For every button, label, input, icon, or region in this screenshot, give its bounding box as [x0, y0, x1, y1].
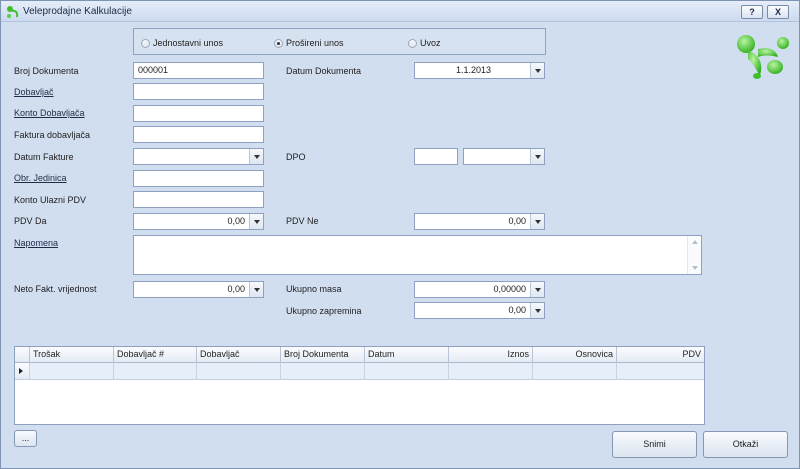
- column-header-pdv[interactable]: PDV: [616, 347, 704, 363]
- close-button[interactable]: X: [767, 5, 789, 19]
- obr-jedinica-label[interactable]: Obr. Jedinica: [14, 173, 67, 183]
- faktura-dobavljaca-input[interactable]: [133, 126, 264, 143]
- radio-jednostavni-unos[interactable]: Jednostavni unos: [141, 38, 223, 48]
- cancel-button[interactable]: Otkaži: [703, 431, 788, 458]
- datum-fakture-label: Datum Fakture: [14, 152, 74, 162]
- faktura-dobavljaca-label: Faktura dobavljača: [14, 130, 91, 140]
- broj-dokumenta-label: Broj Dokumenta: [14, 66, 79, 76]
- window-title: Veleprodajne Kalkulacije: [23, 6, 132, 17]
- konto-ulazni-pdv-input[interactable]: [133, 191, 264, 208]
- save-button[interactable]: Snimi: [612, 431, 697, 458]
- chevron-down-icon[interactable]: [530, 63, 544, 78]
- ukupno-zapremina-label: Ukupno zapremina: [286, 306, 362, 316]
- pdv-da-label: PDV Da: [14, 216, 47, 226]
- neto-fakt-label: Neto Fakt. vrijednost: [14, 284, 97, 294]
- pdv-ne-label: PDV Ne: [286, 216, 319, 226]
- grid-corner: [15, 347, 29, 363]
- chevron-down-icon[interactable]: [530, 214, 544, 229]
- radio-label: Uvoz: [420, 38, 441, 48]
- radio-circle-selected[interactable]: [274, 38, 283, 48]
- chevron-down-icon[interactable]: [530, 149, 544, 164]
- neto-fakt-value: 0,00: [227, 284, 245, 294]
- obr-jedinica-input[interactable]: [133, 170, 264, 187]
- column-header-iznos[interactable]: Iznos: [448, 347, 532, 363]
- pdv-da-input[interactable]: 0,00: [133, 213, 264, 230]
- scroll-up-icon[interactable]: [692, 240, 698, 244]
- datum-fakture-picker[interactable]: [133, 148, 264, 165]
- grid-header: Trošak Dobavljač # Dobavljač Broj Dokume…: [15, 347, 704, 363]
- pdv-ne-value: 0,00: [508, 216, 526, 226]
- konto-dobavljaca-label[interactable]: Konto Dobavljača: [14, 108, 85, 118]
- entry-mode-group: Jednostavni unos Prošireni unos Uvoz: [133, 28, 546, 55]
- table-cell[interactable]: [196, 363, 280, 379]
- napomena-textarea[interactable]: [133, 235, 702, 275]
- table-cell[interactable]: [29, 363, 113, 379]
- ukupno-masa-label: Ukupno masa: [286, 284, 342, 294]
- column-header-datum[interactable]: Datum: [364, 347, 448, 363]
- column-header-dobavljac[interactable]: Dobavljač: [196, 347, 280, 363]
- row-indicator-icon: [15, 363, 29, 379]
- ukupno-masa-input[interactable]: 0,00000: [414, 281, 545, 298]
- chevron-down-icon[interactable]: [249, 214, 263, 229]
- ellipsis-button[interactable]: ...: [14, 430, 37, 447]
- help-button[interactable]: ?: [741, 5, 763, 19]
- dpo-select[interactable]: [463, 148, 545, 165]
- radio-prosireni-unos[interactable]: Prošireni unos: [274, 38, 344, 48]
- radio-label: Prošireni unos: [286, 38, 344, 48]
- dobavljac-input[interactable]: [133, 83, 264, 100]
- broj-dokumenta-input[interactable]: 000001: [133, 62, 264, 79]
- green-swirl-logo-icon: [737, 35, 789, 79]
- table-cell[interactable]: [113, 363, 196, 379]
- radio-label: Jednostavni unos: [153, 38, 224, 48]
- ukupno-masa-value: 0,00000: [493, 284, 526, 294]
- scroll-down-icon[interactable]: [692, 266, 698, 270]
- application-window: Veleprodajne Kalkulacije ? X Jednostavni…: [0, 0, 800, 469]
- ukupno-zapremina-value: 0,00: [508, 305, 526, 315]
- datum-dokumenta-label: Datum Dokumenta: [286, 66, 362, 76]
- chevron-down-icon[interactable]: [530, 303, 544, 318]
- dpo-input[interactable]: [414, 148, 458, 165]
- title-bar: Veleprodajne Kalkulacije ? X: [1, 1, 799, 22]
- table-cell[interactable]: [532, 363, 616, 379]
- costs-grid[interactable]: Trošak Dobavljač # Dobavljač Broj Dokume…: [14, 346, 705, 425]
- pdv-da-value: 0,00: [227, 216, 245, 226]
- table-cell[interactable]: [448, 363, 532, 379]
- chevron-down-icon[interactable]: [530, 282, 544, 297]
- napomena-scrollbar[interactable]: [687, 236, 701, 274]
- app-leaf-icon: [7, 6, 19, 18]
- column-header-broj-dokumenta[interactable]: Broj Dokumenta: [280, 347, 364, 363]
- table-cell[interactable]: [364, 363, 448, 379]
- konto-dobavljaca-input[interactable]: [133, 105, 264, 122]
- datum-dokumenta-picker[interactable]: 1.1.2013: [414, 62, 545, 79]
- datum-dokumenta-value: 1.1.2013: [455, 65, 492, 75]
- pdv-ne-input[interactable]: 0,00: [414, 213, 545, 230]
- radio-circle[interactable]: [141, 38, 150, 48]
- chevron-down-icon[interactable]: [249, 282, 263, 297]
- radio-circle[interactable]: [408, 38, 417, 48]
- konto-ulazni-pdv-label: Konto Ulazni PDV: [14, 195, 87, 205]
- table-cell[interactable]: [616, 363, 704, 379]
- radio-uvoz[interactable]: Uvoz: [408, 38, 441, 48]
- chevron-down-icon[interactable]: [249, 149, 263, 164]
- column-header-trosak[interactable]: Trošak: [29, 347, 113, 363]
- table-row[interactable]: [15, 363, 704, 380]
- table-cell[interactable]: [280, 363, 364, 379]
- ukupno-zapremina-input[interactable]: 0,00: [414, 302, 545, 319]
- napomena-label[interactable]: Napomena: [14, 238, 58, 248]
- neto-fakt-input[interactable]: 0,00: [133, 281, 264, 298]
- column-header-dobavljac-broj[interactable]: Dobavljač #: [113, 347, 196, 363]
- column-header-osnovica[interactable]: Osnovica: [532, 347, 616, 363]
- dobavljac-label[interactable]: Dobavljač: [14, 87, 54, 97]
- dpo-label: DPO: [286, 152, 306, 162]
